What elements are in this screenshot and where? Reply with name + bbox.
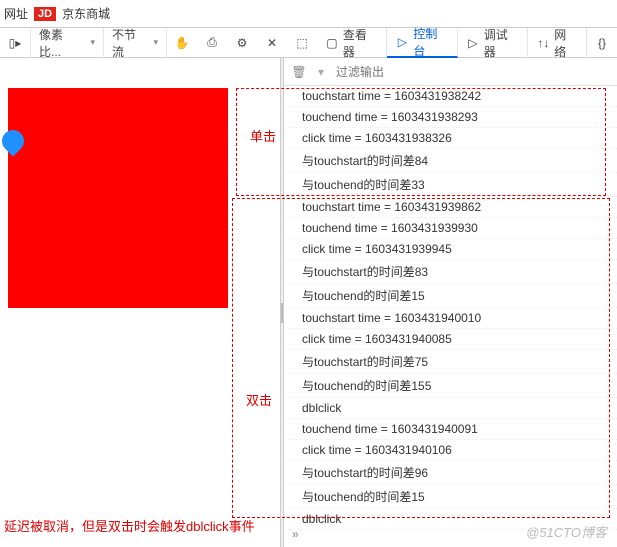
debugger-icon: ▷ <box>466 36 480 50</box>
settings-button[interactable]: ⚙ <box>227 28 257 58</box>
console-icon: ▷ <box>395 35 409 49</box>
address-label: 网址 <box>4 5 28 22</box>
touch-toggle[interactable]: ✋ <box>167 28 197 58</box>
log-line: 与touchend的时间差15 <box>284 284 617 308</box>
log-line: touchend time = 1603431938293 <box>284 107 617 128</box>
console-log-area[interactable]: touchstart time = 1603431938242touchend … <box>284 86 617 547</box>
log-line: dblclick <box>284 398 617 419</box>
log-line: 与touchstart的时间差96 <box>284 461 617 485</box>
watermark: @51CTO博客 <box>526 522 607 541</box>
test-element[interactable] <box>8 88 228 308</box>
log-line: click time = 1603431940106 <box>284 440 617 461</box>
console-filter-row: 🗑 ▾ <box>284 58 617 86</box>
gear-icon: ⚙ <box>235 36 249 50</box>
grip-icon <box>281 303 283 323</box>
close-icon: ✕ <box>265 36 279 50</box>
responsive-toggle[interactable]: ▯▸ <box>0 28 31 58</box>
log-line: click time = 1603431938326 <box>284 128 617 149</box>
devtools-toolbar: ▯▸ 像素比...▾ 不节流▾ ✋ ⎙ ⚙ ✕ ⬚ ▢查看器 ▷控制台 ▷调试器… <box>0 28 617 58</box>
water-drop-icon <box>0 125 29 156</box>
log-line: 与touchend的时间差155 <box>284 374 617 398</box>
inspector-icon: ▢ <box>325 36 339 50</box>
close-button[interactable]: ✕ <box>257 28 287 58</box>
throttle-select[interactable]: 不节流▾ <box>104 28 167 58</box>
log-line: touchstart time = 1603431939862 <box>284 197 617 218</box>
screenshot-button[interactable]: ⎙ <box>197 28 227 58</box>
log-line: touchend time = 1603431939930 <box>284 218 617 239</box>
more-button[interactable]: {} <box>587 28 617 58</box>
log-line: 与touchstart的时间差75 <box>284 350 617 374</box>
pixel-ratio-select[interactable]: 像素比...▾ <box>31 28 104 58</box>
log-line: click time = 1603431940085 <box>284 329 617 350</box>
log-line: 与touchend的时间差33 <box>284 173 617 197</box>
tab-inspector[interactable]: ▢查看器 <box>317 28 387 58</box>
log-line: touchend time = 1603431940091 <box>284 419 617 440</box>
funnel-icon: ▾ <box>314 65 328 79</box>
log-line: click time = 1603431939945 <box>284 239 617 260</box>
log-line: 与touchstart的时间差83 <box>284 260 617 284</box>
trash-icon[interactable]: 🗑 <box>292 65 306 79</box>
picker-button[interactable]: ⬚ <box>287 28 317 58</box>
jd-badge-icon: JD <box>34 7 56 21</box>
console-pane: 🗑 ▾ touchstart time = 1603431938242touch… <box>284 58 617 547</box>
address-bar: 网址 JD 京东商城 <box>0 0 617 28</box>
braces-icon: {} <box>595 36 609 50</box>
camera-icon: ⎙ <box>205 36 219 50</box>
picker-icon: ⬚ <box>295 36 309 50</box>
filter-input[interactable] <box>336 65 436 79</box>
jd-site-title: 京东商城 <box>62 5 110 22</box>
tab-debugger[interactable]: ▷调试器 <box>458 28 528 58</box>
tab-console[interactable]: ▷控制台 <box>387 28 457 58</box>
log-line: touchstart time = 1603431938242 <box>284 86 617 107</box>
device-icon: ▯▸ <box>8 36 22 50</box>
log-line: 与touchend的时间差15 <box>284 485 617 509</box>
tab-network[interactable]: ↑↓网络 <box>528 28 587 58</box>
network-icon: ↑↓ <box>536 36 550 50</box>
footer-annotation: 延迟被取消，但是双击时会触发dblclick事件 <box>4 516 255 535</box>
console-prompt-icon[interactable]: » <box>292 527 299 541</box>
log-line: touchstart time = 1603431940010 <box>284 308 617 329</box>
log-line: 与touchstart的时间差84 <box>284 149 617 173</box>
preview-pane <box>0 58 280 547</box>
touch-icon: ✋ <box>175 36 189 50</box>
